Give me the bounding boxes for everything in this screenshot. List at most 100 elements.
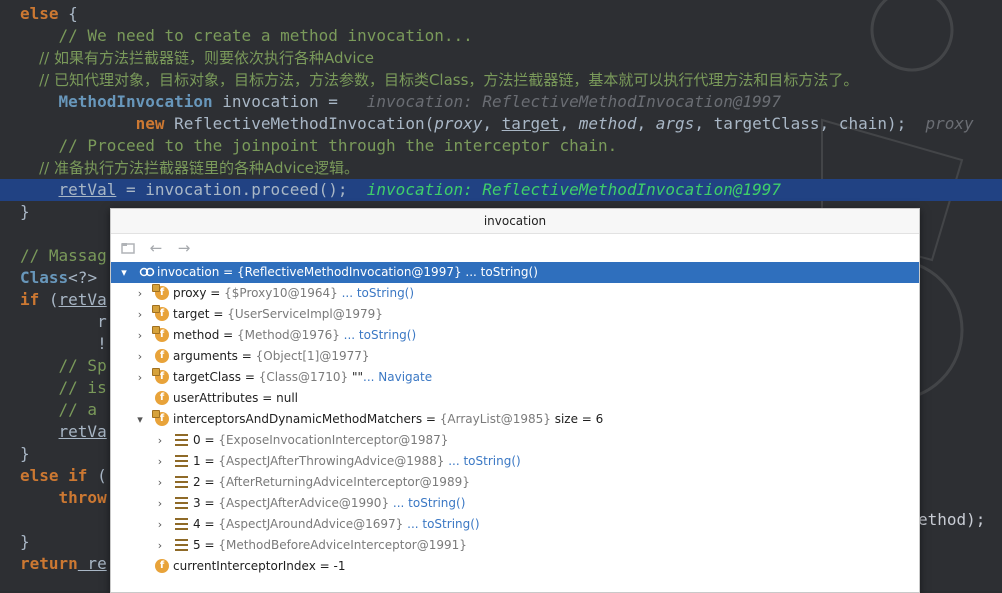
tree-row-label: userAttributes = null	[173, 388, 298, 409]
chevron-right-icon[interactable]: ›	[155, 493, 165, 514]
tree-row[interactable]: ▾ invocation = {ReflectiveMethodInvocatio…	[111, 262, 919, 283]
tostring-link[interactable]: ... toString()	[340, 328, 416, 342]
variable-name: userAttributes	[173, 391, 259, 405]
code-token: new	[135, 114, 165, 133]
code-token: {	[58, 4, 78, 23]
code-token: // 准备执行方法拦截器链里的各种Advice逻辑。	[20, 159, 359, 177]
tree-row[interactable]: f currentInterceptorIndex = -1	[111, 556, 919, 577]
variable-equals: =	[200, 496, 219, 510]
tree-row[interactable]: › 4 = {AspectJAroundAdvice@1697} ... toSt…	[111, 514, 919, 535]
tree-row[interactable]: › f proxy = {$Proxy10@1964} ... toString()	[111, 283, 919, 304]
code-token: // Proceed to the joinpoint through the …	[20, 136, 618, 155]
tree-row[interactable]: › f arguments = {Object[1]@1977}	[111, 346, 919, 367]
chevron-right-icon[interactable]: ›	[135, 283, 145, 304]
code-line: if (retVa	[20, 289, 107, 311]
code-token: target	[501, 114, 560, 133]
tree-row-label: method = {Method@1976} ... toString()	[173, 325, 416, 346]
variable-equals: =	[200, 433, 219, 447]
tostring-link[interactable]: ... toString()	[389, 496, 465, 510]
code-line: // We need to create a method invocation…	[20, 25, 473, 47]
code-token: // Sp	[20, 356, 107, 375]
tree-row[interactable]: › f targetClass = {Class@1710} ""... Navig…	[111, 367, 919, 388]
code-line: }	[20, 201, 30, 223]
tostring-link[interactable]: ... Navigate	[363, 370, 432, 384]
code-line: // Proceed to the joinpoint through the …	[20, 135, 618, 157]
variable-equals: =	[206, 286, 225, 300]
code-line: Class<?>	[20, 267, 97, 289]
code-token: ,	[636, 114, 656, 133]
popup-title: invocation	[111, 209, 919, 234]
chevron-down-icon[interactable]: ▾	[119, 262, 129, 283]
variable-name: 0	[193, 433, 201, 447]
list-item-icon	[175, 476, 188, 488]
code-token: MethodInvocation	[58, 92, 213, 111]
code-token: = invocation.proceed();	[116, 180, 367, 199]
chevron-right-icon[interactable]: ›	[135, 325, 145, 346]
tree-row[interactable]: › 5 = {MethodBeforeAdviceInterceptor@1991…	[111, 535, 919, 556]
final-field-icon: f	[152, 284, 169, 300]
tree-row[interactable]: f userAttributes = null	[111, 388, 919, 409]
variable-tree[interactable]: ▾ invocation = {ReflectiveMethodInvocatio…	[111, 262, 919, 577]
variable-inspector-popup[interactable]: invocation ← → ▾ invocation = {Reflective…	[110, 208, 920, 593]
tree-row[interactable]: › f method = {Method@1976} ... toString()	[111, 325, 919, 346]
code-token: }	[20, 444, 30, 463]
tree-row[interactable]: › 2 = {AfterReturningAdviceInterceptor@19…	[111, 472, 919, 493]
variable-equals: =	[241, 370, 259, 384]
code-line: r	[20, 311, 107, 333]
code-token: // 如果有方法拦截器链，则要依次执行各种Advice	[20, 49, 374, 67]
code-token: }	[20, 532, 30, 551]
code-token: re	[77, 554, 107, 573]
pin-icon[interactable]	[119, 239, 137, 257]
tree-row[interactable]: › 0 = {ExposeInvocationInterceptor@1987}	[111, 430, 919, 451]
chevron-right-icon[interactable]: ›	[135, 346, 145, 367]
code-token: ,	[482, 114, 502, 133]
tostring-link[interactable]: ... toString()	[403, 517, 479, 531]
variable-equals: = -1	[315, 559, 346, 573]
popup-toolbar: ← →	[111, 234, 919, 262]
code-token: // 已知代理对象，目标对象，目标方法，方法参数，目标类Class，方法拦截器链…	[20, 71, 859, 89]
chevron-right-icon[interactable]: ›	[155, 430, 165, 451]
chevron-right-icon[interactable]: ›	[155, 535, 165, 556]
code-line: // Massag	[20, 245, 107, 267]
tree-row-label: proxy = {$Proxy10@1964} ... toString()	[173, 283, 414, 304]
code-token: }	[20, 202, 30, 221]
tree-row[interactable]: › f target = {UserServiceImpl@1979}	[111, 304, 919, 325]
final-field-icon: f	[152, 410, 169, 426]
code-line: // a	[20, 399, 107, 421]
tree-row-label: targetClass = {Class@1710} ""... Navigat…	[173, 367, 432, 388]
variable-ref: {AspectJAfterAdvice@1990}	[218, 496, 390, 510]
tostring-link[interactable]: ... toString()	[338, 286, 414, 300]
variable-ref: {AfterReturningAdviceInterceptor@1989}	[218, 475, 470, 489]
code-token: <?>	[68, 268, 98, 287]
code-token: (	[87, 466, 107, 485]
tree-row[interactable]: › 1 = {AspectJAfterThrowingAdvice@1988} .…	[111, 451, 919, 472]
code-line: // is	[20, 377, 107, 399]
field-icon: f	[155, 349, 169, 363]
chevron-right-icon[interactable]: ›	[155, 514, 165, 535]
variable-ref: {Object[1]@1977}	[255, 349, 370, 363]
chevron-right-icon[interactable]: ›	[155, 451, 165, 472]
chevron-right-icon[interactable]: ›	[155, 472, 165, 493]
tree-row[interactable]: › 3 = {AspectJAfterAdvice@1990} ... toStr…	[111, 493, 919, 514]
tostring-link[interactable]: ... toString()	[444, 454, 520, 468]
forward-arrow-icon[interactable]: →	[175, 239, 193, 257]
tree-row-label: 4 = {AspectJAroundAdvice@1697} ... toStr…	[193, 514, 480, 535]
chevron-down-icon[interactable]: ▾	[135, 409, 145, 430]
variable-name: arguments	[173, 349, 238, 363]
chevron-right-icon[interactable]: ›	[135, 304, 145, 325]
code-line: // Sp	[20, 355, 107, 377]
chevron-right-icon[interactable]: ›	[135, 367, 145, 388]
variable-name: 2	[193, 475, 201, 489]
tree-row[interactable]: ▾ f interceptorsAndDynamicMethodMatchers =…	[111, 409, 919, 430]
code-token: invocation =	[212, 92, 348, 111]
variable-value: = {ReflectiveMethodInvocation@1997} ... …	[219, 265, 538, 279]
tree-row-label: currentInterceptorIndex = -1	[173, 556, 345, 577]
code-token: !	[20, 334, 107, 353]
code-line: }	[20, 531, 30, 553]
list-item-icon	[175, 455, 188, 467]
back-arrow-icon[interactable]: ←	[147, 239, 165, 257]
tree-row-label: invocation = {ReflectiveMethodInvocation…	[157, 262, 538, 283]
